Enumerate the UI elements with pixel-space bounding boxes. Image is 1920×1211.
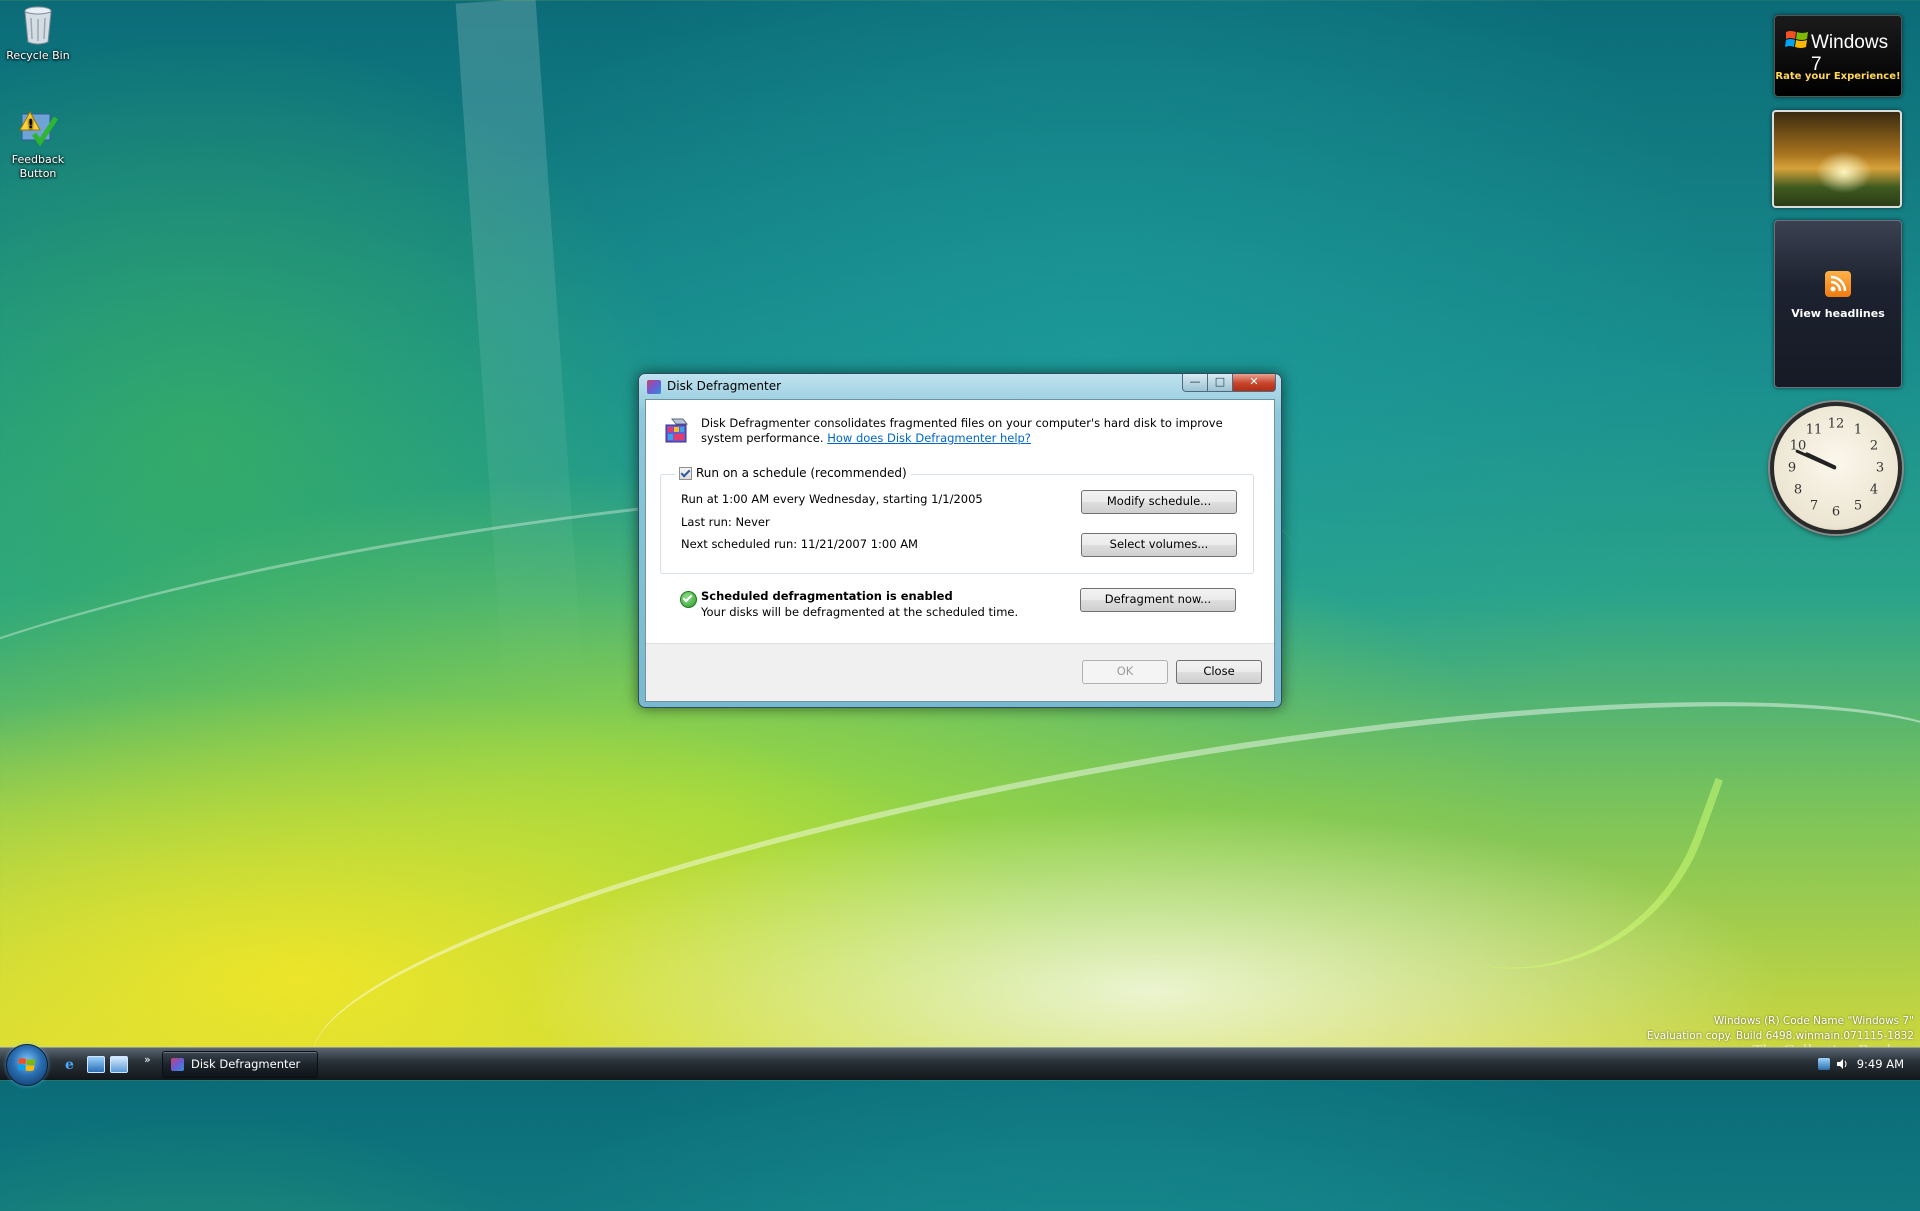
- desktop-icon-feedback-button[interactable]: ! Feedback Button: [0, 108, 76, 181]
- run-on-schedule-checkbox[interactable]: [679, 466, 692, 480]
- dialog-client-area: Disk Defragmenter consolidates fragmente…: [645, 399, 1275, 702]
- defrag-icon: [663, 417, 691, 445]
- feed-headlines-gadget[interactable]: View headlines: [1774, 220, 1902, 388]
- build-watermark: Windows (R) Code Name "Windows 7" Evalua…: [1647, 1014, 1914, 1044]
- windows7-rating-gadget[interactable]: Windows 7 Rate your Experience!: [1774, 15, 1902, 97]
- clock-number: 11: [1805, 422, 1823, 438]
- taskbar-button-label: Disk Defragmenter: [191, 1057, 301, 1071]
- clock-gadget[interactable]: 12 1 2 3 4 5 6 7 8 9 10 11: [1770, 402, 1902, 534]
- wallpaper-streak: [1344, 675, 1724, 1025]
- rss-icon: [1825, 271, 1851, 297]
- clock-number: 12: [1827, 416, 1845, 432]
- status-detail: Your disks will be defragmented at the s…: [701, 605, 1019, 619]
- schedule-checkbox-row[interactable]: Run on a schedule (recommended): [675, 466, 911, 480]
- run-on-schedule-label[interactable]: Run on a schedule (recommended): [696, 466, 907, 480]
- dialog-footer: OK Close: [646, 643, 1274, 701]
- last-run-text: Last run: Never: [681, 515, 770, 529]
- next-run-text: Next scheduled run: 11/21/2007 1:00 AM: [681, 537, 918, 551]
- defrag-icon: [171, 1058, 184, 1071]
- switch-windows-icon[interactable]: [110, 1056, 128, 1073]
- caption-buttons: — □ ✕: [1182, 374, 1276, 392]
- status-title: Scheduled defragmentation is enabled: [701, 589, 953, 603]
- gadget-title: Windows 7: [1811, 32, 1889, 75]
- taskbar: e » Disk Defragmenter 9:49 AM: [0, 1044, 1920, 1086]
- desktop-icon-recycle-bin[interactable]: Recycle Bin: [0, 4, 76, 63]
- ok-button[interactable]: OK: [1082, 660, 1168, 684]
- clock-number: 7: [1809, 498, 1819, 514]
- check-circle-icon: [680, 591, 697, 608]
- modify-schedule-button[interactable]: Modify schedule...: [1081, 490, 1237, 514]
- volume-icon[interactable]: [1836, 1058, 1848, 1070]
- intro-description: Disk Defragmenter consolidates fragmente…: [701, 416, 1241, 446]
- quick-launch-chevron[interactable]: »: [144, 1053, 151, 1066]
- clock-minute-hand: [1795, 449, 1837, 470]
- notification-area: 9:49 AM: [1770, 1048, 1920, 1080]
- clock-number: 6: [1831, 504, 1841, 520]
- clock-number: 9: [1787, 460, 1797, 476]
- clock-number: 5: [1853, 498, 1863, 514]
- gadget-subtitle[interactable]: Rate your Experience!: [1775, 71, 1901, 82]
- recycle-bin-icon: [18, 4, 58, 46]
- select-volumes-button[interactable]: Select volumes...: [1081, 533, 1237, 557]
- window-title: Disk Defragmenter: [667, 379, 782, 393]
- desktop-icon-label: Feedback Button: [11, 153, 65, 180]
- view-headlines-label[interactable]: View headlines: [1775, 307, 1901, 320]
- clock-number: 2: [1869, 438, 1879, 454]
- desktop-icon-label: Recycle Bin: [6, 49, 70, 62]
- clock-number: 1: [1853, 422, 1863, 438]
- wallpaper-streak: [455, 0, 585, 702]
- disk-defragmenter-window: Disk Defragmenter — □ ✕ Disk Defragmente…: [638, 373, 1282, 708]
- maximize-button[interactable]: □: [1208, 374, 1233, 392]
- close-window-button[interactable]: ✕: [1233, 374, 1276, 392]
- watermark-line: Windows (R) Code Name "Windows 7": [1713, 1015, 1914, 1027]
- windows-flag-icon: [18, 1058, 36, 1071]
- clock-number: 3: [1875, 460, 1885, 476]
- minimize-button[interactable]: —: [1182, 374, 1208, 392]
- taskbar-button-disk-defragmenter[interactable]: Disk Defragmenter: [162, 1051, 318, 1078]
- schedule-groupbox: Run on a schedule (recommended) Run at 1…: [660, 466, 1254, 574]
- defrag-icon: [647, 380, 661, 394]
- network-icon[interactable]: [1818, 1058, 1830, 1070]
- taskbar-clock[interactable]: 9:49 AM: [1857, 1057, 1904, 1071]
- slideshow-gadget[interactable]: [1772, 110, 1902, 208]
- clock-number: 4: [1869, 482, 1879, 498]
- show-desktop-icon[interactable]: [87, 1056, 105, 1073]
- ie-icon[interactable]: e: [64, 1056, 80, 1073]
- feedback-icon: !: [18, 108, 59, 150]
- window-titlebar[interactable]: Disk Defragmenter — □ ✕: [639, 374, 1281, 400]
- svg-text:e: e: [65, 1057, 74, 1071]
- help-link[interactable]: How does Disk Defragmenter help?: [827, 431, 1031, 445]
- close-button[interactable]: Close: [1176, 660, 1262, 684]
- windows-flag-icon: [1785, 31, 1808, 48]
- clock-number: 8: [1793, 482, 1803, 498]
- svg-text:!: !: [28, 117, 33, 131]
- defragment-now-button[interactable]: Defragment now...: [1080, 588, 1236, 612]
- schedule-description: Run at 1:00 AM every Wednesday, starting…: [681, 492, 983, 506]
